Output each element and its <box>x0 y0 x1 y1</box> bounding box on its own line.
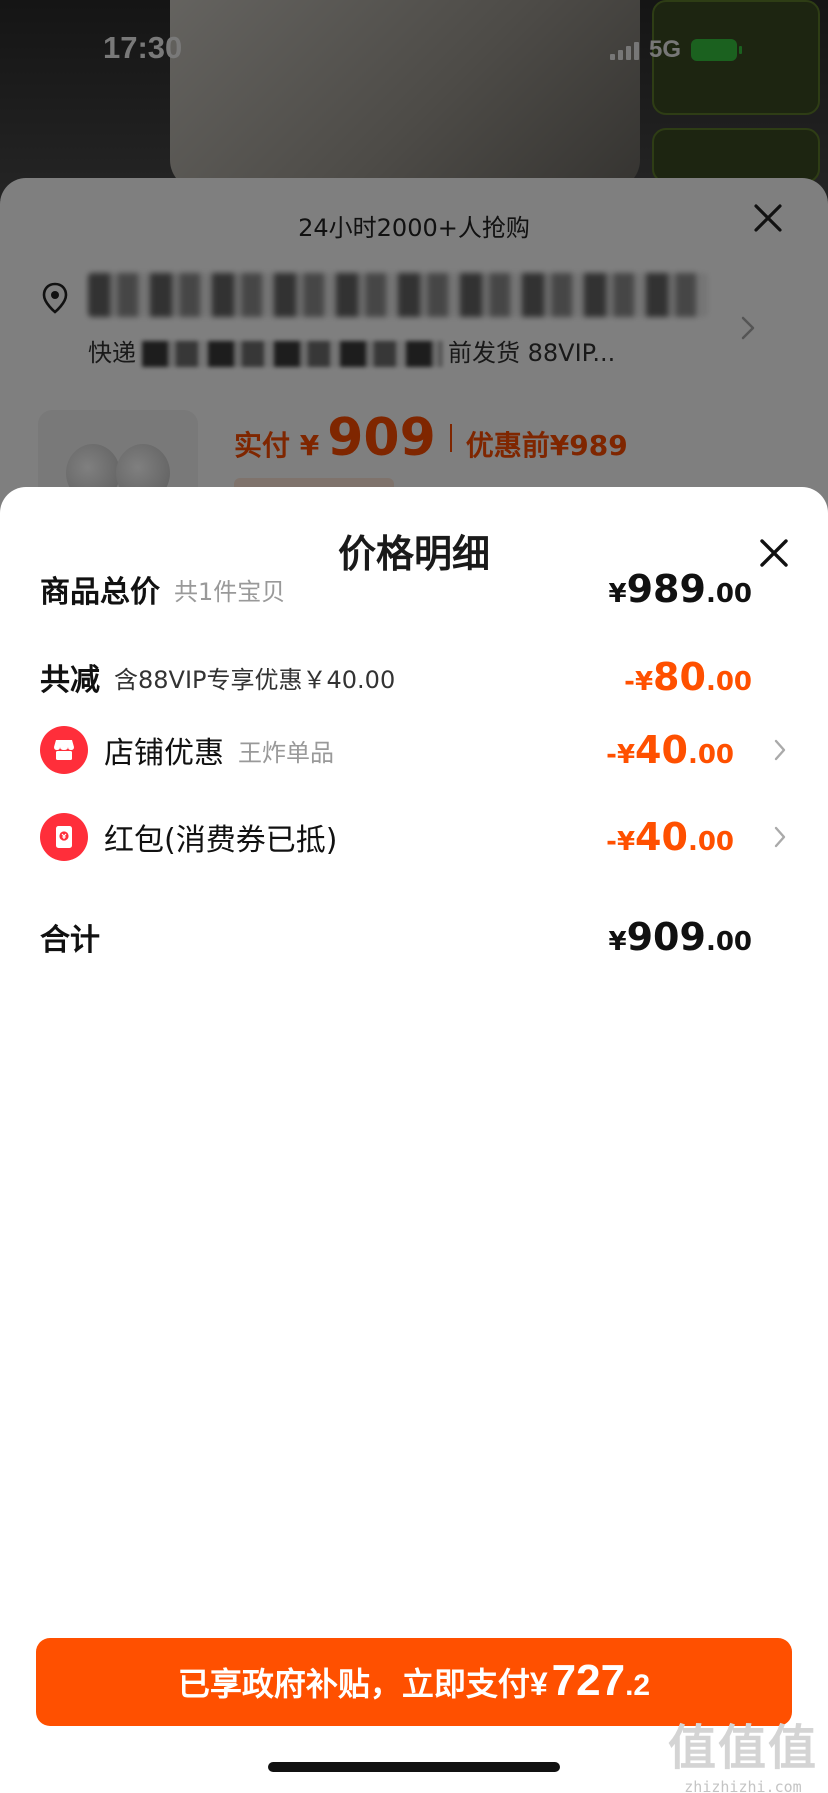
amount-sign: ¥ <box>608 927 627 957</box>
row-amount: ¥989.00 <box>609 567 752 611</box>
row-amount: -¥ 40.00 <box>606 728 734 772</box>
grand-total-row: 合计 ¥909.00 <box>40 907 788 967</box>
row-label: 店铺优惠 <box>104 736 224 771</box>
pay-button-sign: ¥ <box>529 1666 548 1702</box>
amount-minor: .00 <box>687 827 734 857</box>
amount-sign: -¥ <box>606 827 636 857</box>
amount-minor: .00 <box>705 579 752 609</box>
row-note: 王炸单品 <box>238 738 334 767</box>
total-discount-row: 共减 含88VIP专享优惠￥40.00 -¥ 80.00 <box>40 647 788 707</box>
amount-minor: .00 <box>705 927 752 957</box>
amount-major: 909 <box>626 915 706 959</box>
chevron-right-icon <box>772 737 788 763</box>
home-indicator[interactable] <box>268 1762 560 1772</box>
row-note: 共1件宝贝 <box>174 577 286 606</box>
row-label: 红包(消费券已抵) <box>104 823 338 858</box>
row-label: 合计 <box>40 923 100 958</box>
store-icon <box>40 726 88 774</box>
red-packet-icon <box>40 813 88 861</box>
row-amount: -¥ 80.00 <box>624 655 752 699</box>
row-label: 共减 <box>40 663 100 698</box>
amount-sign: -¥ <box>624 667 654 697</box>
watermark-url: zhizhizhi.com <box>684 1778 802 1793</box>
amount-major: 40 <box>635 815 688 859</box>
red-packet-row[interactable]: 红包(消费券已抵) -¥ 40.00 <box>40 807 788 867</box>
amount-minor: .00 <box>687 740 734 770</box>
pay-button-text: 已享政府补贴，立即支付 <box>177 1666 530 1702</box>
row-note: 含88VIP专享优惠￥40.00 <box>114 665 396 694</box>
pay-button-amount-major: 727 <box>551 1656 626 1705</box>
amount-sign: ¥ <box>608 579 627 609</box>
amount-major: 989 <box>626 567 706 611</box>
chevron-right-icon <box>772 824 788 850</box>
row-amount: -¥ 40.00 <box>606 815 734 859</box>
amount-major: 80 <box>653 655 706 699</box>
goods-total-row: 商品总价 共1件宝贝 ¥989.00 <box>40 559 788 619</box>
row-amount: ¥909.00 <box>609 915 752 959</box>
amount-minor: .00 <box>705 667 752 697</box>
price-detail-sheet: 价格明细 商品总价 共1件宝贝 ¥989.00 共减 含88VIP专享优惠￥40… <box>0 487 828 1793</box>
amount-major: 40 <box>635 728 688 772</box>
watermark-logo: 值值值 <box>667 1720 818 1776</box>
amount-sign: -¥ <box>606 740 636 770</box>
store-discount-row[interactable]: 店铺优惠 王炸单品 -¥ 40.00 <box>40 720 788 780</box>
pay-button-amount-minor: .2 <box>625 1669 651 1702</box>
row-label: 商品总价 <box>40 575 160 610</box>
watermark: 值值值 zhizhizhi.com <box>668 1708 818 1793</box>
